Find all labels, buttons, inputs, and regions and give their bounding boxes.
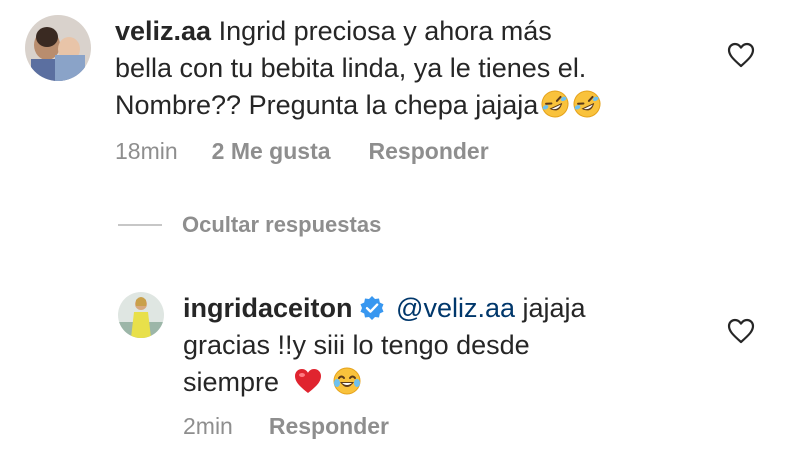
mention-link[interactable]: @veliz.aa <box>396 293 515 323</box>
hide-replies-label[interactable]: Ocultar respuestas <box>182 212 381 238</box>
reply-text-line: siempre <box>183 367 280 397</box>
comment-text-line: Nombre?? Pregunta la chepa jajaja <box>115 90 539 120</box>
avatar-photo <box>118 292 164 338</box>
reply-button[interactable]: Responder <box>269 413 389 440</box>
reply-username[interactable]: ingridaceiton <box>183 293 353 323</box>
reply-text-line: gracias !!y siii lo tengo desde <box>183 330 530 360</box>
red-heart-emoji-icon <box>293 366 323 396</box>
reply-meta: 2min Responder <box>183 413 389 440</box>
comment-username[interactable]: veliz.aa <box>115 16 211 46</box>
comment-text-line: bella con tu bebita linda, ya le tienes … <box>115 53 587 83</box>
verified-badge-icon <box>359 294 385 320</box>
face-with-tears-of-joy-emoji-icon <box>332 366 362 396</box>
rolling-on-floor-laughing-emoji-icon <box>540 89 570 119</box>
likes-count-button[interactable]: 2 Me gusta <box>212 138 331 165</box>
replies-divider-line <box>118 224 162 226</box>
comment-timestamp: 18min <box>115 138 178 164</box>
like-heart-icon[interactable] <box>727 42 755 68</box>
avatar-photo <box>25 15 91 81</box>
like-heart-icon[interactable] <box>727 318 755 344</box>
avatar[interactable] <box>25 15 91 81</box>
reply-timestamp: 2min <box>183 413 233 439</box>
comment-meta: 18min 2 Me gusta Responder <box>115 138 489 165</box>
hide-replies-toggle[interactable]: Ocultar respuestas <box>118 212 381 238</box>
rolling-on-floor-laughing-emoji-icon <box>572 89 602 119</box>
avatar[interactable] <box>118 292 164 338</box>
comment-text: veliz.aa Ingrid preciosa y ahora más bel… <box>115 13 715 124</box>
reply-button[interactable]: Responder <box>369 138 489 165</box>
reply-text-line: jajaja <box>522 293 586 323</box>
comment-text-line: Ingrid preciosa y ahora más <box>218 16 552 46</box>
reply-text: ingridaceiton @veliz.aa jajaja gracias !… <box>183 290 743 401</box>
